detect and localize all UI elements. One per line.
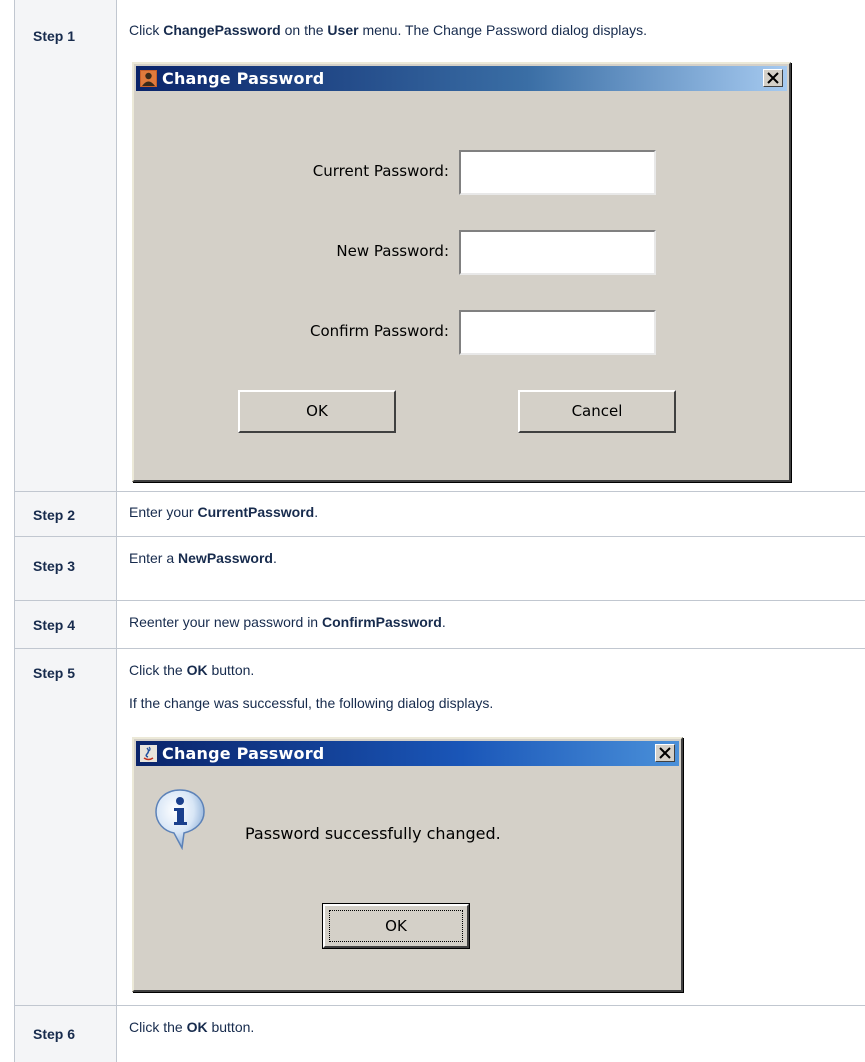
dialog-titlebar: Change Password <box>136 741 679 766</box>
dialog-titlebar: Change Password <box>136 66 787 91</box>
step-row-4: Step 4 Reenter your new password in Conf… <box>14 601 865 648</box>
dialog-title: Change Password <box>162 744 325 763</box>
step-content: Reenter your new password in ConfirmPass… <box>117 601 865 648</box>
step-content: Click the OK button. <box>117 1006 865 1062</box>
step-label: Step 2 <box>33 507 76 523</box>
success-dialog: Change Password Password successfully ch… <box>132 737 683 992</box>
step-header: Step 4 <box>14 601 117 648</box>
close-icon <box>767 72 779 84</box>
step-text: Click the OK button. <box>129 662 255 678</box>
current-password-field[interactable] <box>459 150 656 195</box>
change-password-dialog: Change Password Current Password: New Pa… <box>132 62 791 482</box>
close-button[interactable] <box>763 69 783 87</box>
step-text: Click ChangePassword on the User menu. T… <box>129 22 648 38</box>
close-icon <box>659 747 671 759</box>
step-header: Step 3 <box>14 537 117 600</box>
step-row-5: Step 5 Click the OK button. If the chang… <box>14 649 865 1005</box>
step-label: Step 6 <box>33 1026 76 1042</box>
step-label: Step 3 <box>33 558 76 574</box>
user-icon <box>140 70 157 87</box>
step-label: Step 4 <box>33 617 76 633</box>
focus-rect <box>329 910 463 942</box>
cancel-button[interactable]: Cancel <box>518 390 676 433</box>
step-row-2: Step 2 Enter your CurrentPassword. <box>14 492 865 536</box>
ok-button[interactable]: OK <box>322 903 470 949</box>
confirm-password-label: Confirm Password: <box>309 322 449 340</box>
success-message: Password successfully changed. <box>245 824 501 843</box>
ok-button[interactable]: OK <box>238 390 396 433</box>
dialog-title: Change Password <box>162 69 325 88</box>
java-icon <box>140 745 157 762</box>
step-content: Enter your CurrentPassword. <box>117 492 865 536</box>
step-text: Enter your CurrentPassword. <box>129 504 319 520</box>
close-button[interactable] <box>655 744 675 762</box>
step-row-3: Step 3 Enter a NewPassword. <box>14 537 865 600</box>
confirm-password-field[interactable] <box>459 310 656 355</box>
info-icon <box>155 789 205 850</box>
step-header: Step 6 <box>14 1006 117 1062</box>
step-header: Step 2 <box>14 492 117 536</box>
step-content: Enter a NewPassword. <box>117 537 865 600</box>
step-text: Reenter your new password in ConfirmPass… <box>129 614 446 630</box>
steps-table: Step 1 Click ChangePassword on the User … <box>14 0 865 1062</box>
step-text: Enter a NewPassword. <box>129 550 277 566</box>
new-password-field[interactable] <box>459 230 656 275</box>
step-content: Click the OK button. If the change was s… <box>117 649 865 1005</box>
step-row-6: Step 6 Click the OK button. <box>14 1006 865 1062</box>
step-text-secondary: If the change was successful, the follow… <box>129 695 494 711</box>
step-header: Step 1 <box>14 0 117 491</box>
step-row-1: Step 1 Click ChangePassword on the User … <box>14 0 865 491</box>
step-label: Step 5 <box>33 665 76 681</box>
step-text: Click the OK button. <box>129 1019 255 1035</box>
new-password-label: New Password: <box>336 242 449 260</box>
step-header: Step 5 <box>14 649 117 1005</box>
step-label: Step 1 <box>33 28 76 44</box>
step-content: Click ChangePassword on the User menu. T… <box>117 0 865 491</box>
current-password-label: Current Password: <box>312 162 449 180</box>
